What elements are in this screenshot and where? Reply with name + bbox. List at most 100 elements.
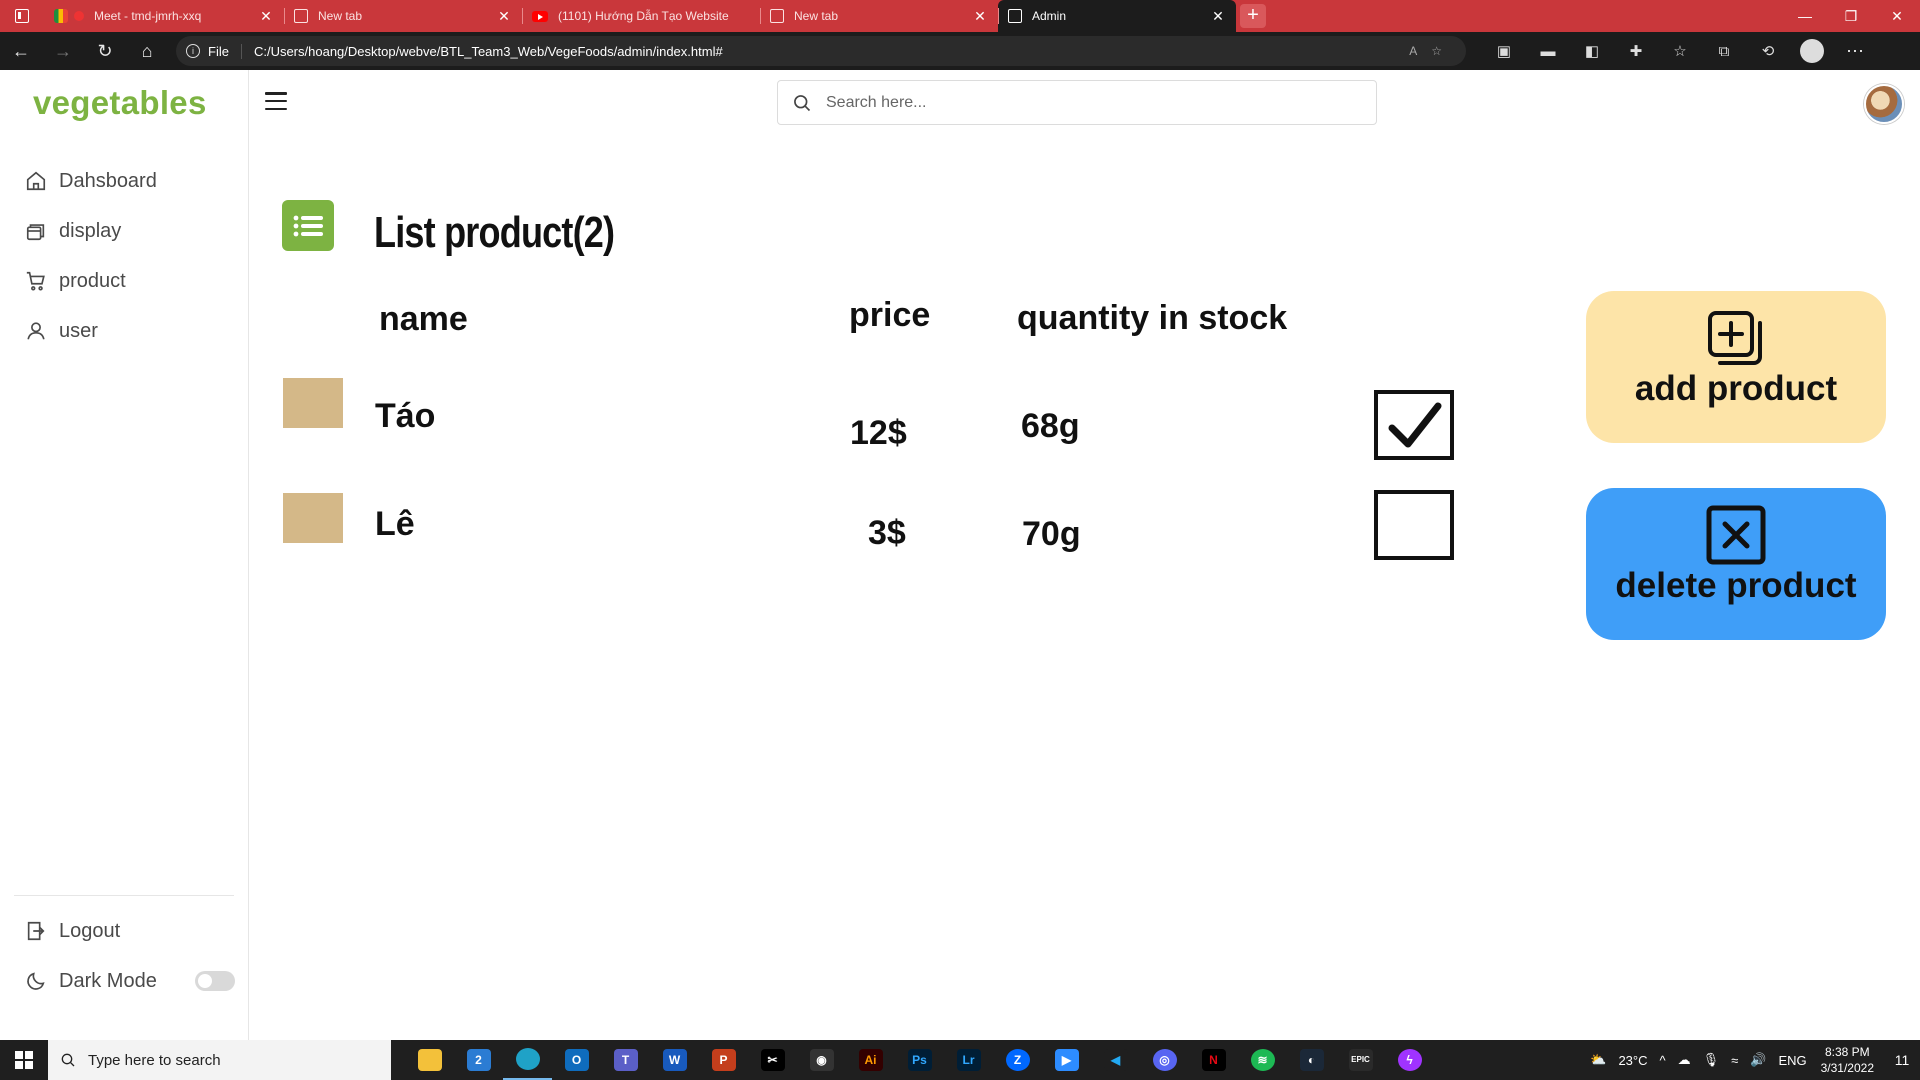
- tab-close-icon[interactable]: ✕: [1210, 8, 1226, 25]
- moon-icon: [27, 972, 45, 990]
- language-indicator[interactable]: ENG: [1778, 1053, 1806, 1068]
- extension-icon[interactable]: ▬: [1526, 43, 1570, 60]
- tray-chevron-icon[interactable]: ^: [1659, 1053, 1665, 1068]
- epic-games-icon[interactable]: EPIC: [1336, 1040, 1385, 1080]
- reload-icon[interactable]: ↻: [84, 32, 126, 70]
- sidebar-item-display[interactable]: display: [25, 206, 157, 256]
- browser-tab-youtube[interactable]: (1101) Hướng Dẫn Tạo Website: [522, 0, 760, 32]
- logout-button[interactable]: Logout: [25, 906, 235, 956]
- file-explorer-icon[interactable]: [405, 1040, 454, 1080]
- word-icon[interactable]: W: [650, 1040, 699, 1080]
- netflix-icon[interactable]: N: [1189, 1040, 1238, 1080]
- spotify-icon[interactable]: ≋: [1238, 1040, 1287, 1080]
- extension-icon[interactable]: ◧: [1570, 42, 1614, 60]
- taskbar-search-placeholder: Type here to search: [88, 1051, 221, 1069]
- powerpoint-icon[interactable]: P: [699, 1040, 748, 1080]
- weather-icon[interactable]: ⛅: [1590, 1052, 1606, 1068]
- temperature[interactable]: 23°C: [1618, 1053, 1647, 1068]
- extensions-puzzle-icon[interactable]: ✚: [1614, 42, 1658, 60]
- steam-icon[interactable]: ◐: [1287, 1040, 1336, 1080]
- add-product-button[interactable]: add product: [1586, 291, 1886, 443]
- delete-product-label: delete product: [1615, 566, 1857, 605]
- onedrive-icon[interactable]: ☁: [1678, 1052, 1691, 1068]
- logo[interactable]: vegetables: [33, 84, 207, 122]
- page-icon: [294, 9, 308, 23]
- browser-tab-new[interactable]: New tab ✕: [284, 0, 522, 32]
- url-text[interactable]: C:/Users/hoang/Desktop/webve/BTL_Team3_W…: [254, 44, 1409, 59]
- product-checkbox-checked[interactable]: [1374, 390, 1454, 460]
- notification-icon[interactable]: 11: [1884, 1040, 1920, 1080]
- close-window-icon[interactable]: ✕: [1874, 0, 1920, 32]
- messenger-icon[interactable]: ϟ: [1385, 1040, 1434, 1080]
- vscode-icon[interactable]: ◀: [1091, 1040, 1140, 1080]
- start-button[interactable]: [0, 1040, 48, 1080]
- browser-tab-meet[interactable]: Meet - tmd-jmrh-xxq ✕: [44, 0, 284, 32]
- illustrator-icon[interactable]: Ai: [846, 1040, 895, 1080]
- home-icon[interactable]: ⌂: [126, 32, 168, 70]
- user-avatar[interactable]: [1864, 84, 1904, 124]
- browser-tab-admin[interactable]: Admin ✕: [998, 0, 1236, 32]
- browser-tab-new-2[interactable]: New tab ✕: [760, 0, 998, 32]
- delete-product-icon: [1706, 505, 1766, 565]
- url-scheme: File: [208, 43, 242, 59]
- lightroom-icon[interactable]: Lr: [944, 1040, 993, 1080]
- collections-icon[interactable]: ⧉: [1702, 43, 1746, 60]
- extension-icon[interactable]: ▣: [1482, 42, 1526, 60]
- windows-taskbar: Type here to search 2 O T W P ✂ ◉ Ai Ps …: [0, 1040, 1920, 1080]
- edge-icon[interactable]: [503, 1040, 552, 1080]
- sidebar-item-label: user: [59, 319, 98, 342]
- logout-icon: [27, 921, 45, 941]
- forward-icon[interactable]: →: [42, 32, 84, 70]
- discord-icon[interactable]: ◎: [1140, 1040, 1189, 1080]
- volume-icon[interactable]: 🔊: [1750, 1052, 1766, 1068]
- clock[interactable]: 8:38 PM 3/31/2022: [1821, 1044, 1874, 1076]
- dark-mode-toggle[interactable]: [195, 971, 235, 991]
- outlook-icon[interactable]: O: [552, 1040, 601, 1080]
- product-name: Lê: [375, 505, 415, 543]
- zoom-icon[interactable]: ▶: [1042, 1040, 1091, 1080]
- search-input[interactable]: [826, 93, 1346, 112]
- dark-mode-label: Dark Mode: [59, 969, 157, 992]
- info-icon[interactable]: i: [186, 44, 200, 58]
- logout-label: Logout: [59, 919, 121, 942]
- microphone-icon[interactable]: 🎙: [1703, 1052, 1720, 1068]
- tab-close-icon[interactable]: ✕: [258, 8, 274, 25]
- zalo-icon[interactable]: Z: [993, 1040, 1042, 1080]
- wifi-icon[interactable]: ≈: [1731, 1053, 1738, 1068]
- extension-icons: ▣ ▬ ◧ ✚ ☆ ⧉ ⟲: [1482, 42, 1790, 61]
- back-icon[interactable]: ←: [0, 32, 42, 70]
- product-checkbox[interactable]: [1374, 490, 1454, 560]
- list-glyph-icon: [293, 215, 323, 236]
- capcut-icon[interactable]: ✂: [748, 1040, 797, 1080]
- menu-toggle-icon[interactable]: [265, 92, 287, 110]
- photoshop-icon[interactable]: Ps: [895, 1040, 944, 1080]
- sidebar-item-dashboard[interactable]: Dahsboard: [25, 156, 157, 206]
- delete-product-button[interactable]: delete product: [1586, 488, 1886, 640]
- mail-icon[interactable]: 2: [454, 1040, 503, 1080]
- tab-close-icon[interactable]: ✕: [496, 8, 512, 25]
- tab-title: New tab: [794, 9, 839, 23]
- tab-actions-button[interactable]: [0, 0, 44, 32]
- restore-icon[interactable]: ❐: [1828, 0, 1874, 32]
- sidebar-item-product[interactable]: product: [25, 256, 157, 306]
- taskbar-search[interactable]: Type here to search: [48, 1040, 391, 1080]
- teams-icon[interactable]: T: [601, 1040, 650, 1080]
- home-icon: [26, 171, 46, 191]
- notification-count: 11: [1894, 1052, 1910, 1068]
- davinci-icon[interactable]: ◉: [797, 1040, 846, 1080]
- tab-close-icon[interactable]: ✕: [972, 8, 988, 25]
- sidebar-item-user[interactable]: user: [25, 306, 157, 356]
- url-field[interactable]: i File C:/Users/hoang/Desktop/webve/BTL_…: [176, 36, 1466, 66]
- product-thumbnail: [283, 378, 343, 428]
- more-menu-icon[interactable]: ⋯: [1834, 32, 1876, 70]
- read-aloud-icon[interactable]: A☆: [1409, 44, 1456, 58]
- tab-title: New tab: [318, 9, 363, 23]
- favorites-icon[interactable]: ☆: [1658, 42, 1702, 60]
- minimize-icon[interactable]: —: [1782, 0, 1828, 32]
- tab-title: Admin: [1032, 9, 1067, 23]
- browser-tab-bar: Meet - tmd-jmrh-xxq ✕ New tab ✕ (1101) H…: [0, 0, 1920, 32]
- user-icon: [27, 322, 45, 340]
- history-icon[interactable]: ⟲: [1746, 42, 1790, 60]
- profile-avatar[interactable]: [1800, 39, 1824, 63]
- new-tab-button[interactable]: +: [1240, 4, 1266, 28]
